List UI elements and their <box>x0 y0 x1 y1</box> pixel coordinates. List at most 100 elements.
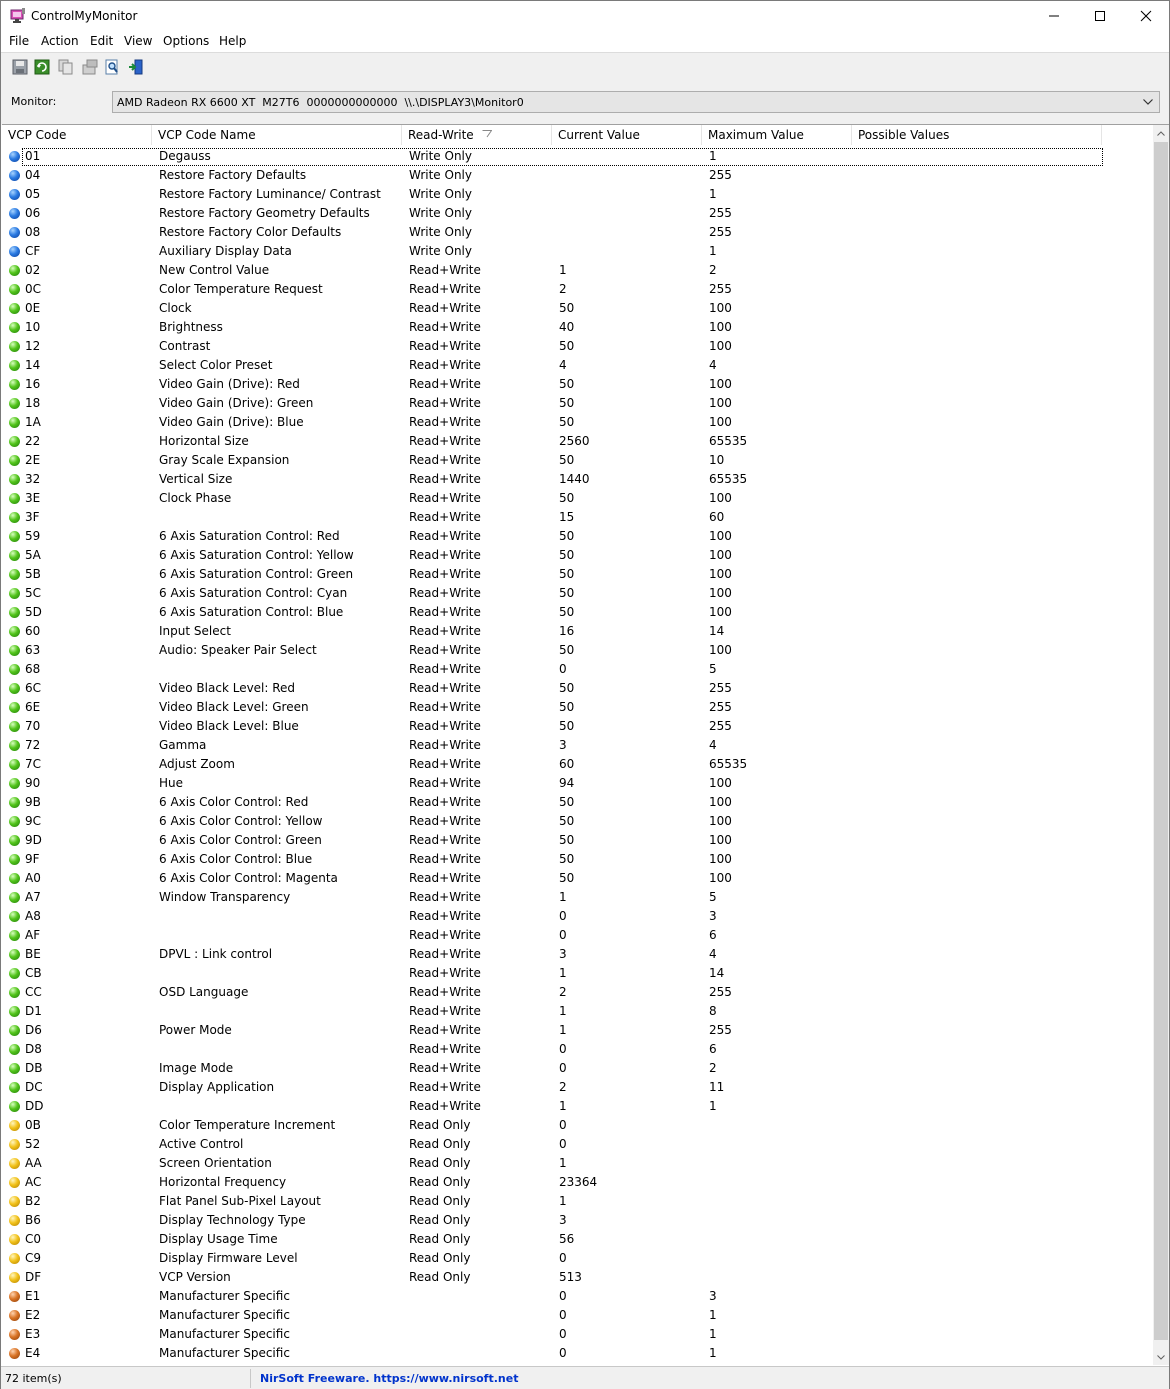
refresh-button[interactable] <box>32 57 52 77</box>
table-row[interactable]: 05 Restore Factory Luminance/ Contrast Wri… <box>2 185 1152 204</box>
column-header-vcp-name[interactable]: VCP Code Name <box>152 125 402 145</box>
table-row[interactable]: DB Image Mode Read+Write 0 2 <box>2 1059 1152 1078</box>
table-row[interactable]: E1 Manufacturer Specific 0 3 <box>2 1287 1152 1306</box>
table-row[interactable]: D1 Read+Write 1 8 <box>2 1002 1152 1021</box>
table-row[interactable]: 5B 6 Axis Saturation Control: Green Read+W… <box>2 565 1152 584</box>
table-row[interactable]: 52 Active Control Read Only 0 <box>2 1135 1152 1154</box>
vcp-list[interactable]: VCP Code VCP Code Name Read-Write Curren… <box>2 124 1169 1365</box>
table-row[interactable]: AC Horizontal Frequency Read Only 23364 <box>2 1173 1152 1192</box>
table-row[interactable]: 70 Video Black Level: Blue Read+Write 50 255 <box>2 717 1152 736</box>
table-row[interactable]: E3 Manufacturer Specific 0 1 <box>2 1325 1152 1344</box>
scroll-up-button[interactable] <box>1153 125 1169 141</box>
table-row[interactable]: 18 Video Gain (Drive): Green Read+Write 50 1… <box>2 394 1152 413</box>
table-row[interactable]: C0 Display Usage Time Read Only 56 <box>2 1230 1152 1249</box>
cell-vcp-code: 02 <box>25 263 41 277</box>
table-row[interactable]: E2 Manufacturer Specific 0 1 <box>2 1306 1152 1325</box>
table-row[interactable]: DF VCP Version Read Only 513 <box>2 1268 1152 1287</box>
table-row[interactable]: CC OSD Language Read+Write 2 255 <box>2 983 1152 1002</box>
table-row[interactable]: 5A 6 Axis Saturation Control: Yellow Read+… <box>2 546 1152 565</box>
menu-edit[interactable]: Edit <box>90 34 113 48</box>
table-row[interactable]: CF Auxiliary Display Data Write Only 1 <box>2 242 1152 261</box>
menu-options[interactable]: Options <box>163 34 209 48</box>
cell-maximum-value: 100 <box>709 833 732 847</box>
maximize-button[interactable] <box>1077 1 1123 31</box>
column-header-current-value[interactable]: Current Value <box>552 125 702 145</box>
close-button[interactable] <box>1123 1 1169 31</box>
table-row[interactable]: 08 Restore Factory Color Defaults Write On… <box>2 223 1152 242</box>
table-row[interactable]: A7 Window Transparency Read+Write 1 5 <box>2 888 1152 907</box>
column-header-read-write[interactable]: Read-Write <box>402 125 552 145</box>
properties-button[interactable] <box>80 57 100 77</box>
chevron-down-icon[interactable] <box>1140 94 1156 110</box>
table-row[interactable]: 63 Audio: Speaker Pair Select Read+Write 50… <box>2 641 1152 660</box>
scroll-down-button[interactable] <box>1153 1349 1169 1365</box>
table-row[interactable]: 7C Adjust Zoom Read+Write 60 65535 <box>2 755 1152 774</box>
title-bar[interactable]: ControlMyMonitor <box>1 1 1169 31</box>
table-row[interactable]: C9 Display Firmware Level Read Only 0 <box>2 1249 1152 1268</box>
table-row[interactable]: 3F Read+Write 15 60 <box>2 508 1152 527</box>
table-row[interactable]: 72 Gamma Read+Write 3 4 <box>2 736 1152 755</box>
table-row[interactable]: 06 Restore Factory Geometry Defaults Write… <box>2 204 1152 223</box>
table-row[interactable]: 5D 6 Axis Saturation Control: Blue Read+Wr… <box>2 603 1152 622</box>
vertical-scrollbar[interactable] <box>1153 125 1169 1365</box>
table-row[interactable]: B6 Display Technology Type Read Only 3 <box>2 1211 1152 1230</box>
copy-button[interactable] <box>56 57 76 77</box>
table-row[interactable]: D6 Power Mode Read+Write 1 255 <box>2 1021 1152 1040</box>
save-button[interactable] <box>10 57 30 77</box>
table-row[interactable]: 04 Restore Factory Defaults Write Only 255 <box>2 166 1152 185</box>
table-row[interactable]: CB Read+Write 1 14 <box>2 964 1152 983</box>
table-row[interactable]: AA Screen Orientation Read Only 1 <box>2 1154 1152 1173</box>
column-header-possible-values[interactable]: Possible Values <box>852 125 1102 145</box>
status-dot-icon <box>9 1101 20 1112</box>
table-row[interactable]: BE DPVL : Link control Read+Write 3 4 <box>2 945 1152 964</box>
table-row[interactable]: 1A Video Gain (Drive): Blue Read+Write 50 10… <box>2 413 1152 432</box>
table-row[interactable]: A0 6 Axis Color Control: Magenta Read+Writ… <box>2 869 1152 888</box>
table-row[interactable]: 9D 6 Axis Color Control: Green Read+Write 5… <box>2 831 1152 850</box>
find-button[interactable] <box>102 57 122 77</box>
table-row[interactable]: 12 Contrast Read+Write 50 100 <box>2 337 1152 356</box>
table-row[interactable]: 2E Gray Scale Expansion Read+Write 50 10 <box>2 451 1152 470</box>
table-row[interactable]: 0C Color Temperature Request Read+Write 2 25… <box>2 280 1152 299</box>
table-row[interactable]: 32 Vertical Size Read+Write 1440 65535 <box>2 470 1152 489</box>
table-row[interactable]: 6E Video Black Level: Green Read+Write 50 25… <box>2 698 1152 717</box>
table-row[interactable]: 9F 6 Axis Color Control: Blue Read+Write 50… <box>2 850 1152 869</box>
scrollbar-thumb[interactable] <box>1154 142 1168 1340</box>
table-row[interactable]: 0B Color Temperature Increment Read Only 0 <box>2 1116 1152 1135</box>
menu-help[interactable]: Help <box>219 34 246 48</box>
table-row[interactable]: A8 Read+Write 0 3 <box>2 907 1152 926</box>
table-row[interactable]: AF Read+Write 0 6 <box>2 926 1152 945</box>
table-row[interactable]: DC Display Application Read+Write 2 11 <box>2 1078 1152 1097</box>
menu-view[interactable]: View <box>124 34 152 48</box>
table-row[interactable]: 59 6 Axis Saturation Control: Red Read+Wri… <box>2 527 1152 546</box>
table-row[interactable]: DD Read+Write 1 1 <box>2 1097 1152 1116</box>
table-row[interactable]: E4 Manufacturer Specific 0 1 <box>2 1344 1152 1363</box>
table-row[interactable]: 90 Hue Read+Write 94 100 <box>2 774 1152 793</box>
table-row[interactable]: 14 Select Color Preset Read+Write 4 4 <box>2 356 1152 375</box>
monitor-select[interactable]: AMD Radeon RX 6600 XT M27T6 000000000000… <box>112 91 1160 113</box>
cell-read-write: Read+Write <box>409 795 481 809</box>
table-row[interactable]: D8 Read+Write 0 6 <box>2 1040 1152 1059</box>
menu-file[interactable]: File <box>9 34 29 48</box>
table-row[interactable]: 68 Read+Write 0 5 <box>2 660 1152 679</box>
table-row[interactable]: 6C Video Black Level: Red Read+Write 50 255 <box>2 679 1152 698</box>
cell-current-value: 60 <box>559 757 575 771</box>
nirsoft-link[interactable]: NirSoft Freeware. https://www.nirsoft.ne… <box>260 1372 518 1385</box>
table-row[interactable]: 22 Horizontal Size Read+Write 2560 65535 <box>2 432 1152 451</box>
menu-action[interactable]: Action <box>41 34 79 48</box>
table-row[interactable]: 5C 6 Axis Saturation Control: Cyan Read+Wr… <box>2 584 1152 603</box>
column-header-vcp-code[interactable]: VCP Code <box>2 125 152 145</box>
table-row[interactable]: 9B 6 Axis Color Control: Red Read+Write 50 1… <box>2 793 1152 812</box>
table-row[interactable]: 3E Clock Phase Read+Write 50 100 <box>2 489 1152 508</box>
exit-button[interactable] <box>126 57 146 77</box>
table-row[interactable]: B2 Flat Panel Sub-Pixel Layout Read Only 1 <box>2 1192 1152 1211</box>
status-dot-icon <box>9 930 20 941</box>
table-row[interactable]: 60 Input Select Read+Write 16 14 <box>2 622 1152 641</box>
minimize-button[interactable] <box>1031 1 1077 31</box>
column-header-maximum-value[interactable]: Maximum Value <box>702 125 852 145</box>
table-row[interactable]: 16 Video Gain (Drive): Red Read+Write 50 100 <box>2 375 1152 394</box>
table-row[interactable]: 0E Clock Read+Write 50 100 <box>2 299 1152 318</box>
table-row[interactable]: 01 Degauss Write Only 1 <box>2 147 1152 166</box>
table-row[interactable]: 9C 6 Axis Color Control: Yellow Read+Write… <box>2 812 1152 831</box>
table-row[interactable]: 02 New Control Value Read+Write 1 2 <box>2 261 1152 280</box>
table-row[interactable]: 10 Brightness Read+Write 40 100 <box>2 318 1152 337</box>
